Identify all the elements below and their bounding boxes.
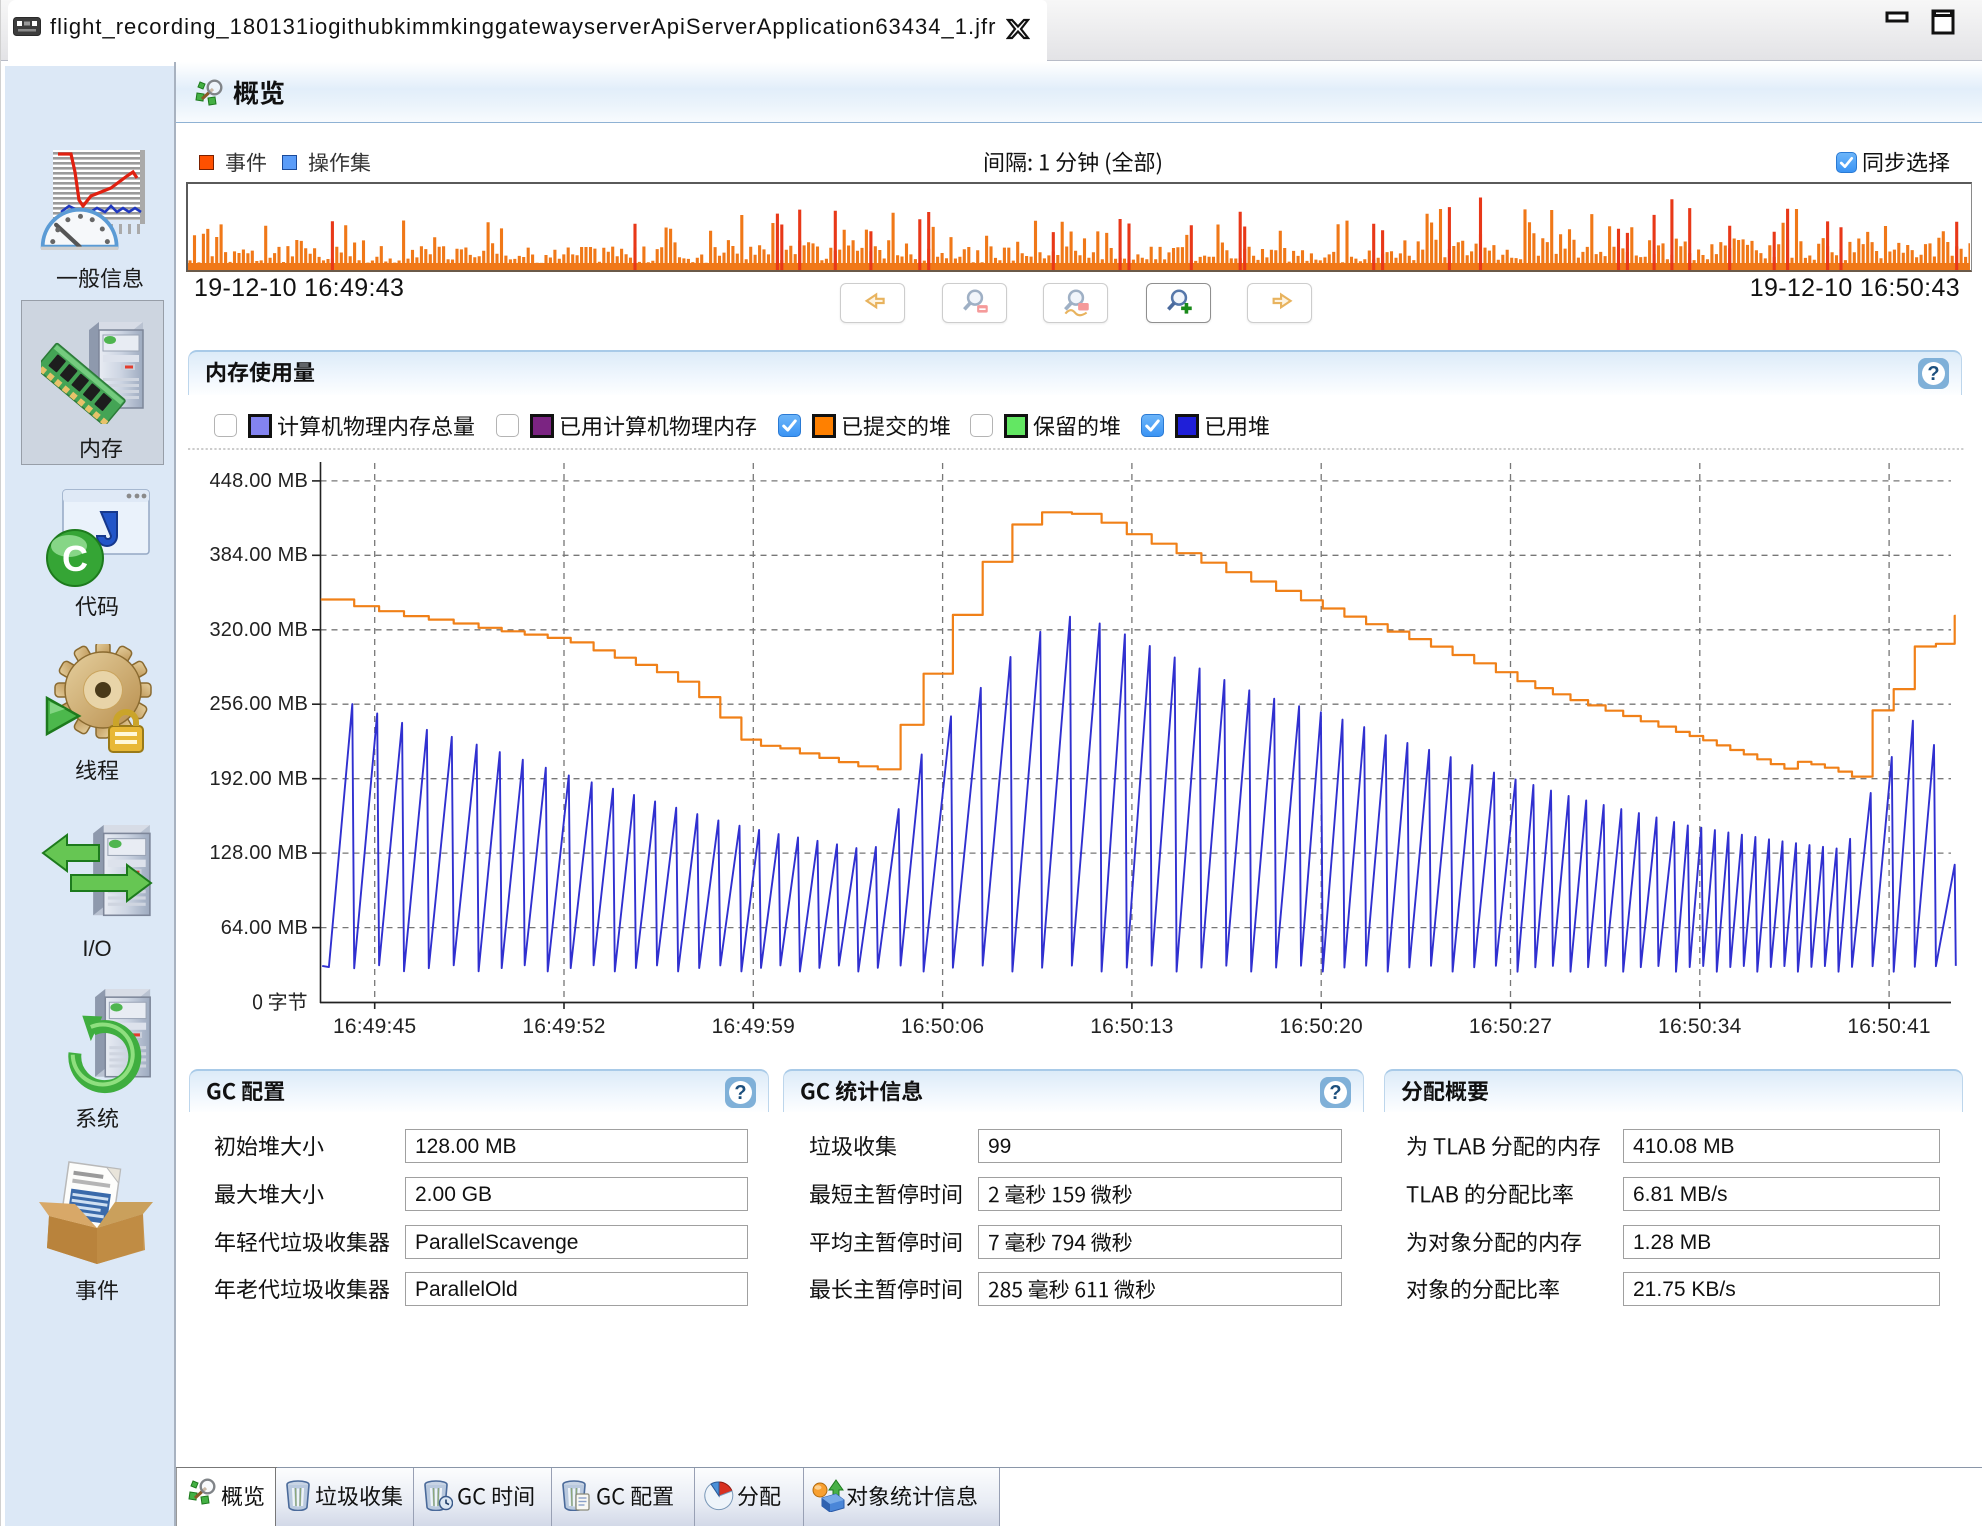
- svg-text:C: C: [62, 538, 88, 579]
